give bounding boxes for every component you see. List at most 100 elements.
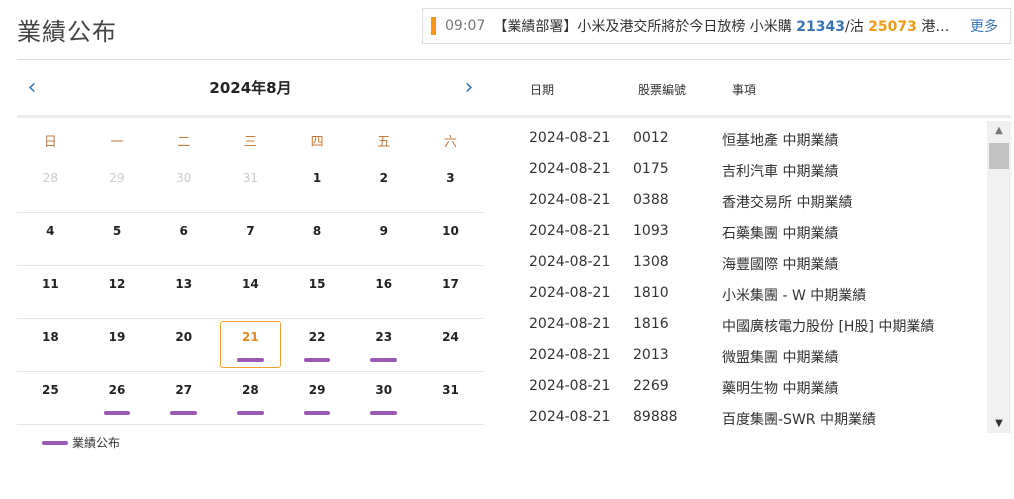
day-cell[interactable]: 25 — [17, 372, 84, 424]
list-item[interactable]: 2024-08-21 89888 百度集團-SWR 中期業績 — [514, 403, 984, 434]
row-date: 2024-08-21 — [529, 409, 611, 425]
results-marker — [103, 411, 131, 415]
row-event: 恒基地產 中期業績 — [722, 133, 839, 149]
day-cell[interactable]: 6 — [150, 213, 217, 265]
next-month-icon[interactable]: › — [454, 75, 484, 100]
day-cell[interactable]: 28 — [17, 160, 84, 212]
day-number: 29 — [109, 171, 125, 185]
weekday-row: 日一二三四五六 — [17, 120, 484, 160]
day-cell[interactable]: 10 — [417, 213, 484, 265]
list-item[interactable]: 2024-08-21 0388 香港交易所 中期業績 — [514, 186, 984, 217]
news-ticker[interactable]: 09:07 【業績部署】小米及港交所將於今日放榜 小米購 21343/沽 250… — [422, 8, 1011, 44]
day-cell[interactable]: 20 — [150, 319, 217, 371]
row-event: 百度集團-SWR 中期業績 — [722, 412, 876, 428]
day-cell[interactable]: 14 — [217, 266, 284, 318]
day-number: 14 — [242, 277, 259, 291]
day-cell[interactable]: 29 — [84, 160, 151, 212]
weekday-label: 一 — [110, 134, 124, 150]
day-cell[interactable]: 2 — [350, 160, 417, 212]
day-cell[interactable]: 28 — [217, 372, 284, 424]
ticker-text-prefix: 【業績部署】小米及港交所將於今日放榜 小米購 — [493, 19, 797, 35]
day-cell[interactable]: 30 — [150, 160, 217, 212]
day-cell[interactable]: 15 — [284, 266, 351, 318]
day-cell[interactable]: 22 — [284, 319, 351, 371]
legend: 業績公布 — [42, 434, 120, 451]
day-cell[interactable]: 24 — [417, 319, 484, 371]
results-marker — [370, 411, 398, 415]
day-cell-selected[interactable]: 21 — [217, 319, 284, 371]
scrollbar[interactable]: ▲ ▼ — [987, 121, 1011, 433]
prev-month-icon[interactable]: ‹ — [17, 75, 47, 100]
week-row: 18 19 20 21 22 23 24 — [17, 319, 484, 372]
day-number: 29 — [308, 383, 326, 397]
day-cell[interactable]: 19 — [84, 319, 151, 371]
day-number: 17 — [442, 277, 459, 291]
list-item[interactable]: 2024-08-21 1093 石藥集團 中期業績 — [514, 217, 984, 248]
row-stock-code: 1816 — [633, 316, 669, 332]
results-marker — [170, 411, 198, 415]
list-item[interactable]: 2024-08-21 1308 海豐國際 中期業績 — [514, 248, 984, 279]
row-event: 小米集團 - W 中期業績 — [722, 288, 867, 304]
list-item[interactable]: 2024-08-21 2013 微盟集團 中期業績 — [514, 341, 984, 372]
row-event: 石藥集團 中期業績 — [722, 226, 839, 242]
day-cell[interactable]: 4 — [17, 213, 84, 265]
day-cell[interactable]: 16 — [350, 266, 417, 318]
day-cell[interactable]: 3 — [417, 160, 484, 212]
week-row: 28 29 30 31 1 2 3 — [17, 160, 484, 213]
list-item[interactable]: 2024-08-21 2269 藥明生物 中期業績 — [514, 372, 984, 403]
day-number: 3 — [446, 171, 455, 185]
ticker-time: 09:07 — [445, 18, 486, 34]
ticker-value-call: 21343 — [796, 19, 845, 35]
legend-label: 業績公布 — [72, 436, 121, 450]
weekday-label: 三 — [243, 134, 257, 150]
header-date: 日期 — [530, 83, 555, 97]
row-event: 海豐國際 中期業績 — [722, 257, 839, 273]
results-list: 2024-08-21 0012 恒基地產 中期業績 2024-08-21 0175 吉利汽… — [514, 124, 984, 434]
day-cell[interactable]: 8 — [284, 213, 351, 265]
day-cell[interactable]: 27 — [150, 372, 217, 424]
row-date: 2024-08-21 — [529, 285, 611, 301]
day-cell[interactable]: 12 — [84, 266, 151, 318]
day-number: 13 — [175, 277, 193, 291]
scroll-down-icon[interactable]: ▼ — [987, 418, 1011, 429]
day-cell[interactable]: 26 — [84, 372, 151, 424]
calendar-header: ‹ 2024年8月 › — [17, 60, 484, 115]
day-number: 18 — [41, 330, 59, 344]
row-event: 藥明生物 中期業績 — [722, 381, 839, 397]
day-number: 5 — [112, 224, 122, 238]
day-number: 19 — [108, 330, 126, 344]
day-number: 24 — [442, 330, 459, 344]
day-number: 28 — [242, 383, 259, 397]
day-cell[interactable]: 5 — [84, 213, 151, 265]
more-link[interactable]: 更多 — [970, 16, 998, 36]
day-cell[interactable]: 18 — [17, 319, 84, 371]
week-row: 25 26 27 28 29 30 31 — [17, 372, 484, 425]
day-cell[interactable]: 1 — [284, 160, 351, 212]
day-cell[interactable]: 11 — [17, 266, 84, 318]
list-item[interactable]: 2024-08-21 1816 中國廣核電力股份 [H股] 中期業績 — [514, 310, 984, 341]
row-date: 2024-08-21 — [529, 378, 611, 394]
row-event: 吉利汽車 中期業績 — [722, 164, 839, 180]
day-cell[interactable]: 13 — [150, 266, 217, 318]
day-cell[interactable]: 17 — [417, 266, 484, 318]
day-number: 4 — [46, 224, 55, 238]
ticker-headline[interactable]: 【業績部署】小米及港交所將於今日放榜 小米購 21343/沽 25073 港交所… — [493, 16, 956, 36]
day-cell[interactable]: 30 — [350, 372, 417, 424]
row-event: 香港交易所 中期業績 — [722, 195, 853, 211]
scroll-thumb[interactable] — [989, 143, 1009, 169]
day-cell[interactable]: 31 — [417, 372, 484, 424]
day-cell[interactable]: 9 — [350, 213, 417, 265]
day-cell[interactable]: 7 — [217, 213, 284, 265]
scroll-up-icon[interactable]: ▲ — [987, 125, 1011, 136]
day-number: 7 — [246, 224, 255, 238]
day-cell[interactable]: 29 — [284, 372, 351, 424]
weekday-label: 六 — [443, 134, 457, 150]
list-item[interactable]: 2024-08-21 1810 小米集團 - W 中期業績 — [514, 279, 984, 310]
row-stock-code: 1810 — [633, 285, 669, 301]
row-stock-code: 2269 — [633, 378, 669, 394]
day-cell[interactable]: 23 — [350, 319, 417, 371]
week-row: 11 12 13 14 15 16 17 — [17, 266, 484, 319]
list-item[interactable]: 2024-08-21 0012 恒基地產 中期業績 — [514, 124, 984, 155]
list-item[interactable]: 2024-08-21 0175 吉利汽車 中期業績 — [514, 155, 984, 186]
day-cell[interactable]: 31 — [217, 160, 284, 212]
